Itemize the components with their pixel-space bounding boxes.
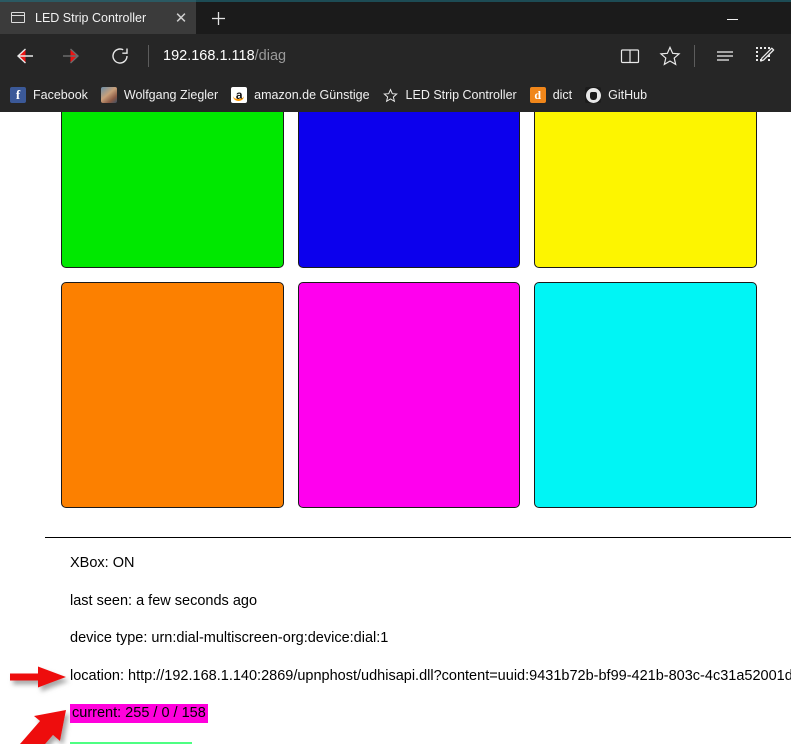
color-swatch-yellow[interactable]	[534, 112, 757, 268]
color-swatch-cyan[interactable]	[534, 282, 757, 508]
toolbar-actions	[610, 34, 791, 78]
info-device-type: device type: urn:dial-multiscreen-org:de…	[70, 631, 791, 646]
arrow-last-seen	[20, 710, 66, 744]
dict-icon: d	[530, 87, 546, 103]
favorite-label: Wolfgang Ziegler	[124, 88, 218, 102]
add-favorite-button[interactable]	[650, 34, 690, 78]
address-host: 192.168.1.118	[163, 48, 255, 64]
star-icon	[659, 45, 681, 67]
toolbar-divider	[148, 45, 149, 67]
close-icon[interactable]: ✕	[166, 2, 196, 34]
navigation-toolbar: 192.168.1.118/diag	[0, 34, 791, 78]
hub-button[interactable]	[705, 34, 745, 78]
page-content: XBox: ON last seen: a few seconds ago de…	[0, 112, 791, 744]
favorite-label: amazon.de Günstige	[254, 88, 369, 102]
favorite-amazon[interactable]: a amazon.de Günstige	[227, 78, 378, 112]
minimize-icon	[727, 19, 738, 21]
forward-button[interactable]	[48, 34, 96, 78]
hamburger-icon	[714, 45, 736, 67]
diagnostics-info: XBox: ON last seen: a few seconds ago de…	[70, 556, 791, 744]
plus-icon	[211, 11, 226, 26]
facebook-icon: f	[10, 87, 26, 103]
address-path: /diag	[255, 48, 286, 64]
refresh-button[interactable]	[96, 34, 144, 78]
tab-strip: LED Strip Controller ✕	[0, 2, 791, 34]
favorite-label: GitHub	[608, 88, 647, 102]
swatch-row-top	[61, 112, 771, 268]
favorite-dict[interactable]: d dict	[526, 78, 581, 112]
favorite-facebook[interactable]: f Facebook	[6, 78, 97, 112]
pencil-note-icon	[754, 45, 776, 67]
info-current-color: current: 255 / 0 / 158	[70, 706, 791, 721]
tab-led-strip-controller[interactable]: LED Strip Controller ✕	[0, 2, 196, 34]
web-note-button[interactable]	[745, 34, 785, 78]
swatch-row-bottom	[61, 268, 771, 508]
color-swatch-green[interactable]	[61, 112, 284, 268]
arrow-left-icon	[12, 44, 36, 68]
favorite-led-strip-controller[interactable]: LED Strip Controller	[379, 78, 526, 112]
browser-window: LED Strip Controller ✕	[0, 0, 791, 744]
current-color-value: current: 255 / 0 / 158	[70, 704, 208, 723]
back-button[interactable]	[0, 34, 48, 78]
color-swatch-orange[interactable]	[61, 282, 284, 508]
arrow-xbox	[10, 667, 66, 688]
star-icon	[383, 87, 399, 103]
favorite-label: Facebook	[33, 88, 88, 102]
favorite-wolfgang-ziegler[interactable]: Wolfgang Ziegler	[97, 78, 227, 112]
info-last-seen: last seen: a few seconds ago	[70, 594, 791, 609]
section-divider	[45, 537, 791, 538]
refresh-icon	[108, 44, 132, 68]
color-swatch-grid	[61, 112, 771, 508]
info-location: location: http://192.168.1.140:2869/upnp…	[70, 669, 791, 684]
favorite-label: LED Strip Controller	[406, 88, 517, 102]
window-icon	[10, 10, 26, 26]
favorite-label: dict	[553, 88, 572, 102]
arrow-right-icon	[60, 44, 84, 68]
reading-view-button[interactable]	[610, 34, 650, 78]
photo-icon	[101, 87, 117, 103]
github-icon	[585, 87, 601, 103]
toolbar-divider-2	[694, 45, 695, 67]
minimize-button[interactable]	[710, 2, 754, 34]
amazon-icon: a	[231, 87, 247, 103]
favorite-github[interactable]: GitHub	[581, 78, 656, 112]
color-swatch-blue[interactable]	[298, 112, 521, 268]
color-swatch-magenta[interactable]	[298, 282, 521, 508]
info-xbox-status: XBox: ON	[70, 556, 791, 571]
address-bar[interactable]: 192.168.1.118/diag	[159, 48, 610, 64]
tab-title: LED Strip Controller	[35, 11, 166, 25]
favorites-bar: f Facebook Wolfgang Ziegler a amazon.de …	[0, 78, 791, 112]
new-tab-button[interactable]	[203, 2, 233, 34]
book-icon	[619, 45, 641, 67]
